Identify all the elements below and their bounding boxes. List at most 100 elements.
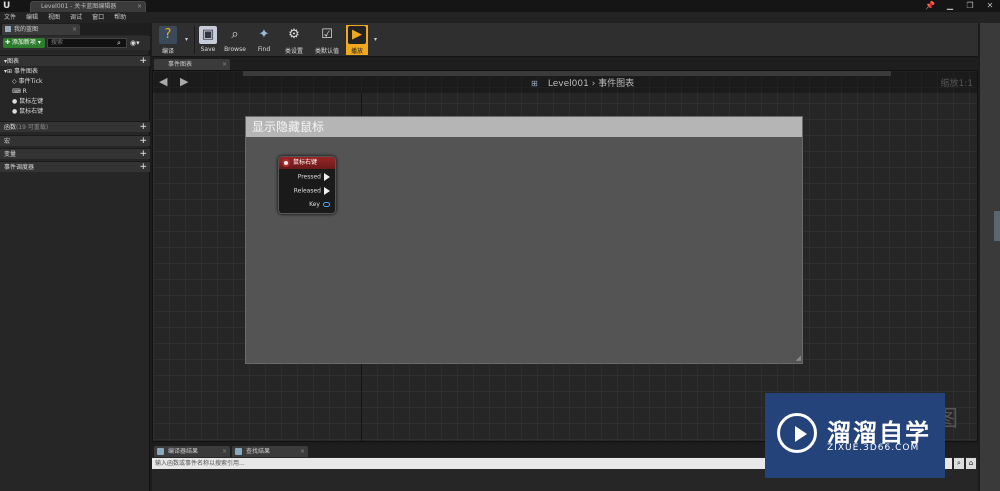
forward-arrow-icon[interactable]: ▶ (180, 75, 188, 88)
main-toolbar: ? 编译 ▾ ▣ Save ⌕ Browse ✦ Find ⚙ 类设置 ☑ 类默… (152, 23, 978, 57)
back-arrow-icon[interactable]: ◀ (159, 75, 167, 88)
node-header[interactable]: 鼠标右键 (279, 157, 335, 169)
tree-item-right-mouse[interactable]: ● 鼠标右键 (0, 107, 150, 117)
menu-bar: 文件 编辑 视图 调试 窗口 帮助 (0, 12, 1000, 23)
tab-compiler-results[interactable]: 编译器结果 × (154, 446, 230, 457)
add-graph-icon[interactable]: + (139, 56, 147, 66)
maximize-button[interactable]: ❐ (960, 0, 980, 12)
find-button[interactable]: ✦ Find (252, 25, 276, 55)
mouse-icon: ● (12, 108, 18, 115)
functions-count: (19 可重载) (16, 124, 49, 131)
menu-window[interactable]: 窗口 (92, 12, 104, 23)
section-dispatchers-label: 事件调度器 (4, 164, 35, 171)
compile-icon: ? (159, 26, 177, 44)
compile-label: 编译 (161, 48, 174, 55)
graph-icon: ▾⊞ (4, 68, 13, 75)
menu-debug[interactable]: 调试 (70, 12, 82, 23)
event-icon: ◇ (12, 78, 17, 85)
right-mouse-event-node[interactable]: 鼠标右键 Pressed Released Key (278, 156, 336, 214)
section-functions[interactable]: 函数(19 可重载) + (0, 121, 150, 132)
close-tab-icon[interactable]: × (72, 24, 77, 35)
graph-canvas[interactable]: ◀ ▶ ⊞ Level001 › 事件图表 缩放1:1 显示隐藏鼠标 ◢ 鼠标右… (152, 70, 978, 442)
menu-file[interactable]: 文件 (4, 12, 16, 23)
class-defaults-label: 类默认值 (314, 48, 339, 55)
tab-find-results[interactable]: 查找结果 × (232, 446, 308, 457)
panel-handle[interactable] (994, 211, 1000, 241)
section-graphs[interactable]: ▾图表 + (0, 55, 150, 66)
search-icon[interactable]: ⌕ (117, 38, 127, 48)
search-icon[interactable]: ⌕ (954, 458, 964, 469)
add-function-icon[interactable]: + (139, 122, 147, 132)
section-macros[interactable]: 宏 + (0, 135, 150, 146)
right-side-panel (980, 23, 1000, 491)
tree-item-r[interactable]: ⌨ R (0, 87, 150, 97)
find-icon: ✦ (258, 27, 270, 42)
breadcrumb-separator: › (591, 79, 596, 89)
save-icon: ▣ (199, 26, 217, 44)
blueprint-icon: ⊞ (531, 79, 538, 88)
compile-options-dropdown[interactable]: ▾ (185, 36, 188, 43)
pin-key[interactable]: Key (309, 201, 330, 208)
document-tab[interactable]: Level001 - 关卡蓝图编辑器 × (30, 1, 146, 12)
tab-my-blueprint-label: 我的蓝图 (14, 26, 39, 33)
browse-icon: ⌕ (231, 27, 239, 42)
view-options-icon[interactable]: ◉▾ (130, 38, 146, 48)
exec-pin-icon[interactable] (324, 173, 330, 181)
pin-label: Pressed (297, 173, 321, 181)
class-settings-button[interactable]: ⚙ 类设置 (280, 25, 308, 55)
menu-edit[interactable]: 编辑 (26, 12, 38, 23)
menu-help[interactable]: 帮助 (114, 12, 126, 23)
browse-button[interactable]: ⌕ Browse (222, 25, 248, 55)
play-options-dropdown[interactable]: ▾ (374, 36, 377, 43)
class-settings-label: 类设置 (284, 48, 303, 55)
add-variable-icon[interactable]: + (139, 149, 147, 159)
search-input[interactable]: 搜索 (47, 38, 127, 48)
play-button[interactable]: ▶ 播放 (346, 25, 368, 55)
tree-item-label: 鼠标左键 (19, 98, 44, 105)
breadcrumb-level[interactable]: Level001 (548, 79, 589, 89)
tab-event-graph-label: 事件图表 (168, 61, 193, 68)
toolbar-separator (194, 26, 195, 54)
pin-icon[interactable]: 📌 (920, 0, 940, 12)
document-tab-label: Level001 - 关卡蓝图编辑器 (41, 3, 117, 10)
comment-title[interactable]: 显示隐藏鼠标 (246, 117, 802, 137)
close-tab-icon[interactable]: × (137, 2, 142, 12)
global-search-icon[interactable]: ⌂ (966, 458, 976, 469)
exec-pin-icon[interactable] (324, 187, 330, 195)
key-pin-icon[interactable] (323, 202, 330, 207)
add-macro-icon[interactable]: + (139, 136, 147, 146)
minimize-button[interactable]: ▁ (940, 0, 960, 12)
class-defaults-button[interactable]: ☑ 类默认值 (312, 25, 342, 55)
tree-item-label: 鼠标右键 (19, 108, 44, 115)
zoom-level: 缩放1:1 (940, 79, 974, 89)
logo-circle-icon (777, 413, 817, 453)
close-button[interactable]: ✕ (980, 0, 1000, 12)
menu-view[interactable]: 视图 (48, 12, 60, 23)
title-bar: U Level001 - 关卡蓝图编辑器 × 📌 ▁ ❐ ✕ (0, 0, 1000, 12)
add-new-button[interactable]: ✚ 添加新项 ▾ (3, 38, 45, 48)
pin-released[interactable]: Released (294, 187, 330, 195)
pin-pressed[interactable]: Pressed (298, 173, 330, 181)
section-functions-label: 函数 (4, 124, 17, 131)
save-button[interactable]: ▣ Save (197, 25, 219, 55)
node-title: 鼠标右键 (293, 159, 318, 166)
resize-handle-icon[interactable]: ◢ (796, 354, 801, 362)
section-macros-label: 宏 (4, 138, 11, 145)
add-dispatcher-icon[interactable]: + (139, 162, 147, 172)
tab-event-graph[interactable]: 事件图表 × (154, 59, 230, 70)
tree-item-left-mouse[interactable]: ● 鼠标左键 (0, 97, 150, 107)
tree-item-event-tick[interactable]: ◇ 事件Tick (0, 77, 150, 87)
tree-item-event-graph[interactable]: ▾⊞ 事件图表 (0, 67, 150, 77)
tab-my-blueprint[interactable]: 我的蓝图 × (2, 24, 80, 35)
section-variables[interactable]: 变量 + (0, 148, 150, 159)
section-graphs-label: ▾图表 (4, 58, 20, 65)
pin-label: Key (309, 201, 320, 208)
close-tab-icon[interactable]: × (300, 446, 305, 457)
graph-tab-row: 事件图表 × (152, 58, 978, 70)
close-tab-icon[interactable]: × (222, 446, 227, 457)
section-event-dispatchers[interactable]: 事件调度器 + (0, 161, 150, 172)
comment-box[interactable]: 显示隐藏鼠标 ◢ (245, 116, 803, 364)
tree-item-label: 事件Tick (18, 78, 43, 85)
compile-button[interactable]: ? 编译 (155, 25, 181, 55)
close-tab-icon[interactable]: × (222, 59, 227, 70)
